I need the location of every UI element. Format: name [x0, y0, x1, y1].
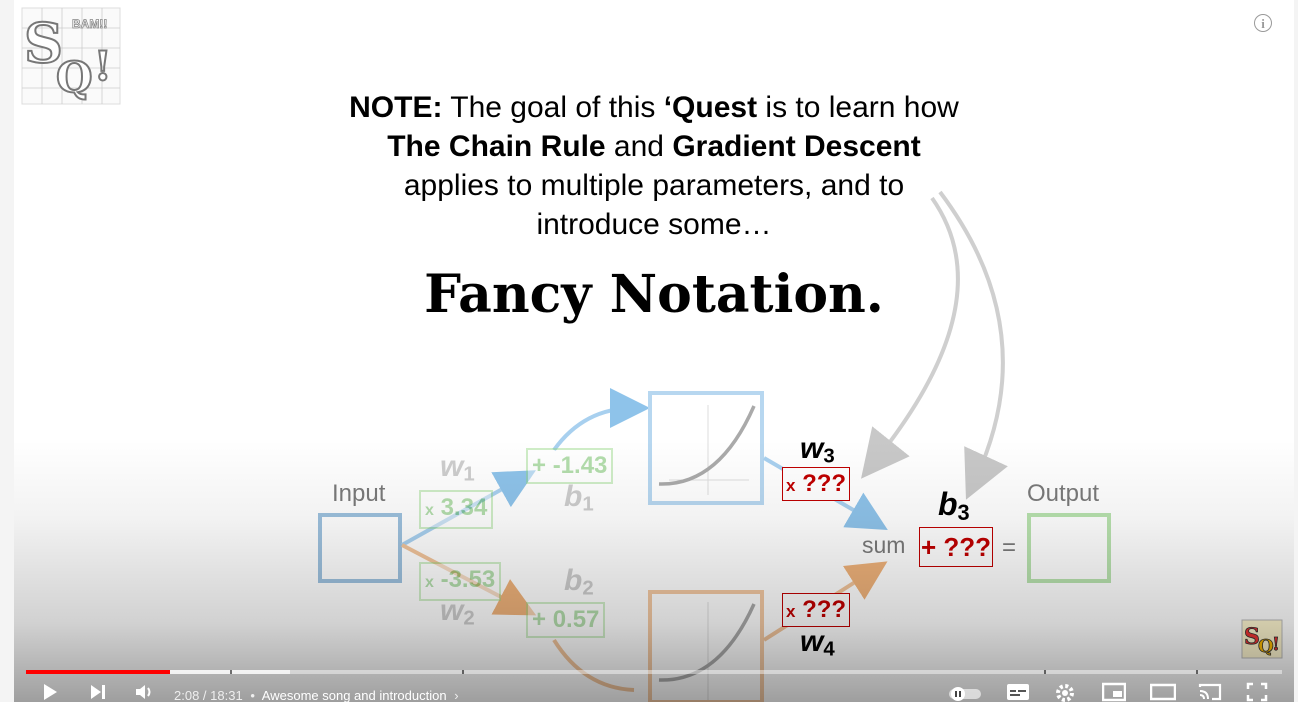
miniplayer-icon[interactable]: [1102, 682, 1126, 702]
next-icon[interactable]: [88, 682, 108, 702]
duration: 18:31: [210, 688, 243, 702]
time-display: 2:08 / 18:31 • Awesome song and introduc…: [174, 688, 459, 702]
cast-icon[interactable]: [1198, 682, 1222, 702]
b3-label: b3: [938, 486, 970, 525]
volume-icon[interactable]: [134, 682, 156, 702]
progress-played: [26, 670, 171, 674]
settings-icon[interactable]: [1054, 682, 1076, 702]
chapter-marker: [462, 670, 464, 674]
current-time: 2:08: [174, 688, 200, 702]
fullscreen-icon[interactable]: [1246, 682, 1268, 702]
input-node: [318, 513, 402, 583]
equals-sign: =: [1002, 534, 1017, 561]
b2-bias-box: + 0.57: [526, 602, 606, 638]
theater-icon[interactable]: [1150, 682, 1176, 702]
chapter-title[interactable]: Awesome song and introduction: [262, 688, 447, 702]
chapter-arrow-icon[interactable]: ›: [454, 688, 458, 702]
progress-bar[interactable]: [26, 670, 1282, 674]
corner-statquest-logo: S Q !: [1240, 618, 1284, 665]
play-icon[interactable]: [40, 682, 60, 702]
pointer-arrow-w3: [861, 196, 960, 479]
input-label: Input: [332, 480, 386, 507]
chapter-marker: [1196, 670, 1198, 674]
output-node: [1027, 513, 1111, 583]
right-border: [1294, 0, 1298, 702]
b2-label: b2: [564, 564, 594, 600]
w1-weight-box: x 3.34: [419, 490, 494, 529]
sum-label: sum: [862, 532, 906, 558]
autoplay-toggle-icon[interactable]: [948, 686, 982, 702]
chapter-marker: [230, 670, 232, 674]
neural-network-diagram: [14, 0, 1294, 702]
w2-label: w2: [440, 594, 475, 630]
svg-text:!: !: [1272, 634, 1280, 655]
b3-bias-box: + ???: [919, 527, 993, 567]
subtitles-icon[interactable]: [1006, 682, 1030, 702]
b1-bias-box: + -1.43: [526, 448, 614, 484]
player-controls: 2:08 / 18:31 • Awesome song and introduc…: [14, 664, 1294, 702]
b1-label: b1: [564, 480, 594, 516]
left-border: [0, 0, 14, 702]
video-frame[interactable]: S Q ! BAM!! i NOTE: The goal of this ‘Qu…: [14, 0, 1294, 702]
w4-label: w4: [800, 625, 835, 661]
w3-label: w3: [800, 432, 835, 468]
chapter-marker: [1044, 670, 1046, 674]
edge-top-node: [552, 388, 650, 452]
output-label: Output: [1027, 480, 1100, 507]
top-activation-node: [648, 391, 764, 505]
video-player[interactable]: S Q ! BAM!! i NOTE: The goal of this ‘Qu…: [0, 0, 1298, 702]
w1-label: w1: [440, 450, 475, 486]
w4-weight-box: x ???: [782, 593, 850, 627]
w3-weight-box: x ???: [782, 467, 850, 501]
